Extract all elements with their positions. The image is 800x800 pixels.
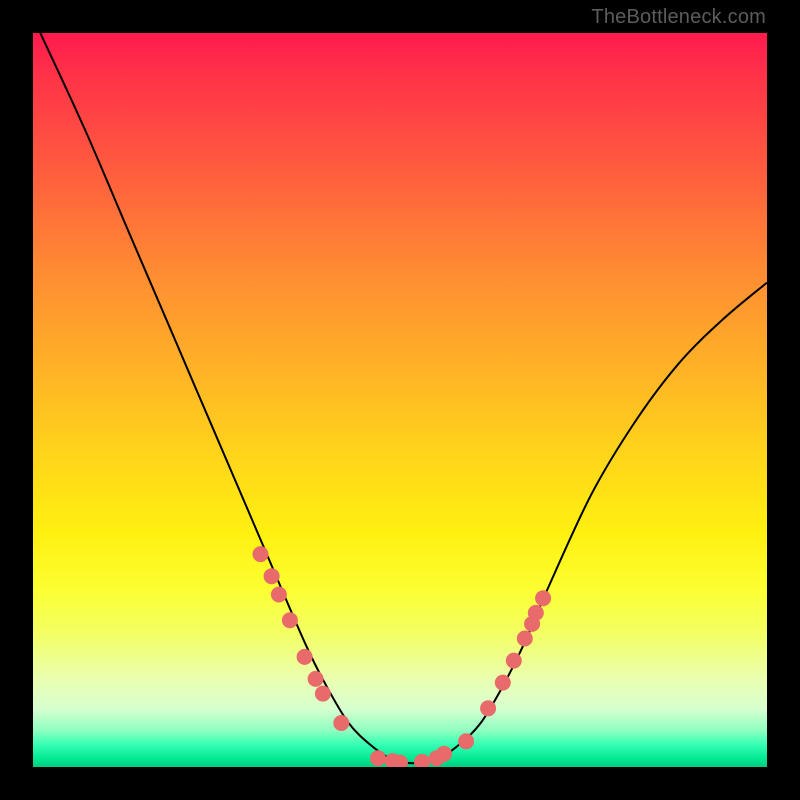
curve-marker <box>297 649 313 665</box>
curve-marker <box>517 631 533 647</box>
curve-marker <box>333 715 349 731</box>
curve-marker <box>436 746 452 762</box>
chart-frame: TheBottleneck.com <box>0 0 800 800</box>
curve-marker <box>315 686 331 702</box>
curve-marker <box>264 568 280 584</box>
plot-area <box>33 33 767 767</box>
curve-marker <box>282 612 298 628</box>
watermark-text: TheBottleneck.com <box>591 6 766 29</box>
curve-marker <box>458 733 474 749</box>
curve-marker <box>308 671 324 687</box>
curve-marker <box>528 605 544 621</box>
curve-marker <box>414 754 430 767</box>
curve-marker <box>506 653 522 669</box>
curve-marker <box>370 750 386 766</box>
curve-marker <box>480 700 496 716</box>
curve-markers <box>253 546 552 767</box>
curve-marker <box>253 546 269 562</box>
curve-marker <box>495 675 511 691</box>
bottleneck-curve-svg <box>33 33 767 767</box>
bottleneck-curve <box>40 33 767 763</box>
curve-marker <box>271 587 287 603</box>
curve-marker <box>535 590 551 606</box>
